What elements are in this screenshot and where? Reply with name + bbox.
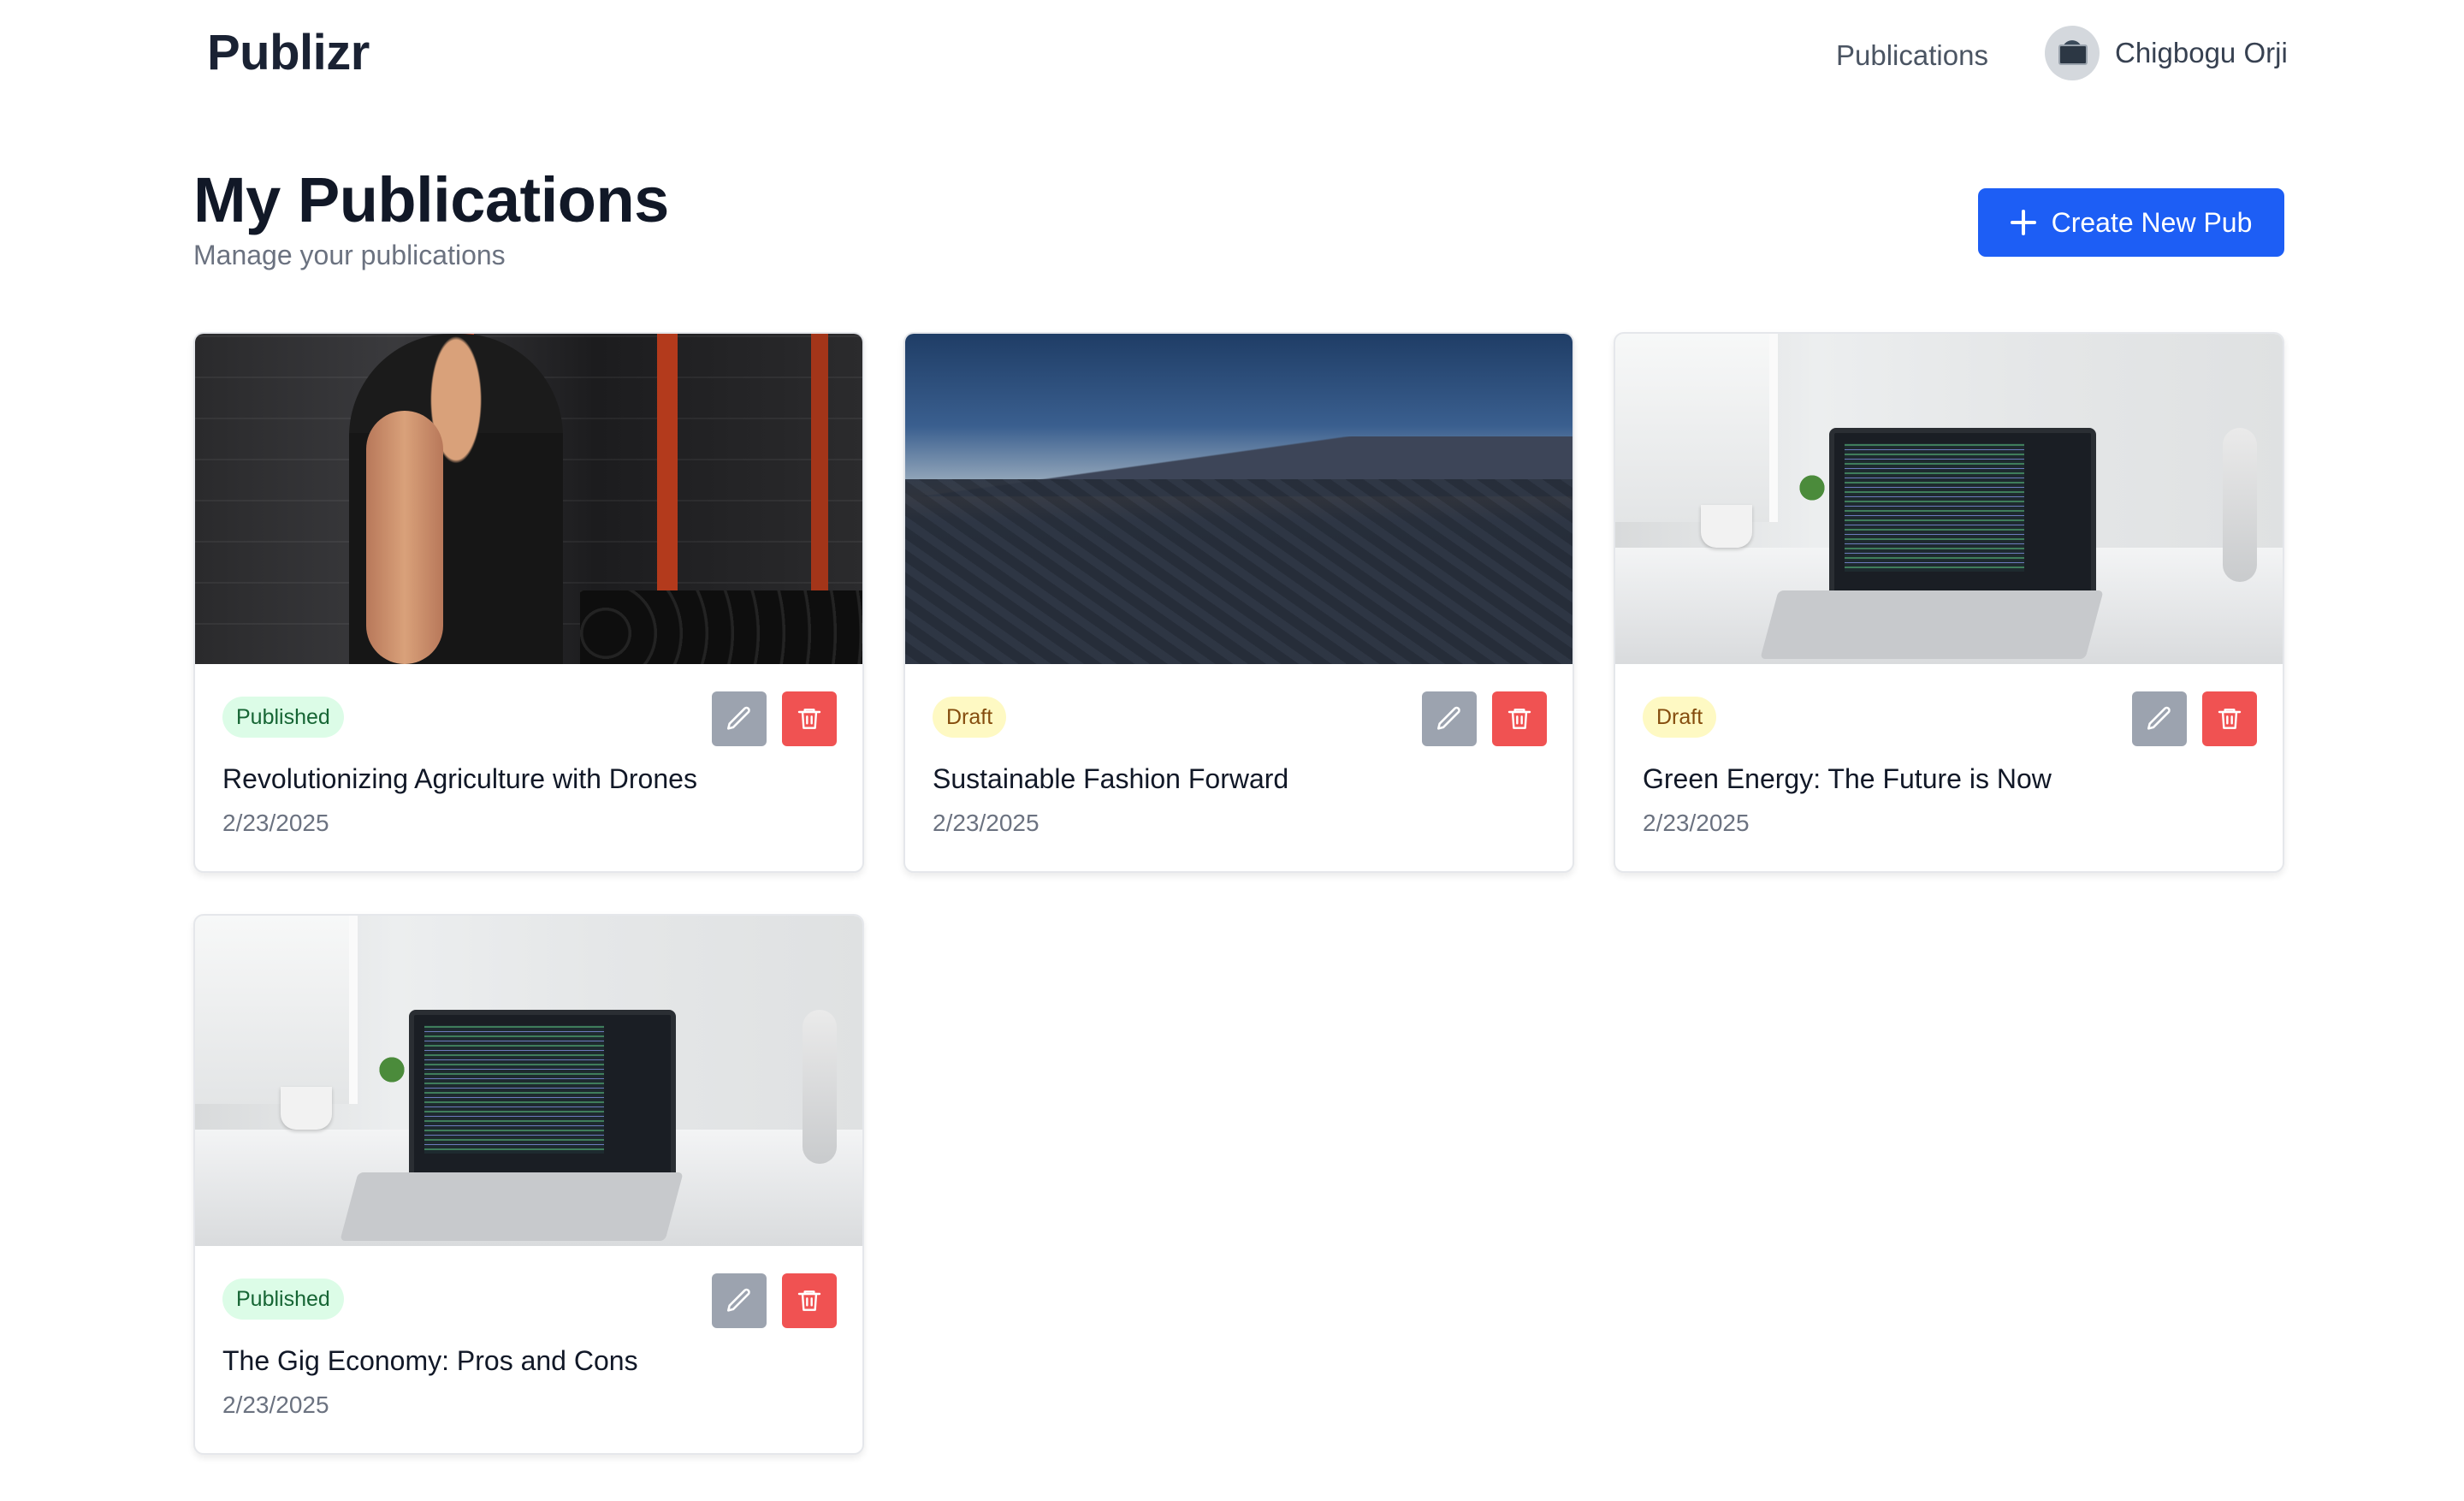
nav-link-publications[interactable]: Publications	[1836, 39, 1988, 72]
trash-icon	[2218, 709, 2242, 729]
avatar[interactable]	[2045, 26, 2100, 80]
plus-icon	[2010, 210, 2036, 235]
publication-title[interactable]: Revolutionizing Agriculture with Drones	[222, 763, 697, 795]
user-menu[interactable]: Chigbogu Orji	[2045, 26, 2288, 80]
status-badge: Published	[222, 697, 344, 738]
pencil-icon	[1436, 706, 1460, 730]
edit-button[interactable]	[1422, 691, 1477, 746]
delete-button[interactable]	[782, 1273, 837, 1328]
publication-card[interactable]: Draft Sustainable Fashion Forward 2/23/2…	[903, 332, 1574, 873]
delete-button[interactable]	[2202, 691, 2257, 746]
edit-button[interactable]	[2132, 691, 2187, 746]
page-title: My Publications	[193, 164, 669, 235]
pencil-icon	[726, 1288, 750, 1312]
publication-card[interactable]: Draft Green Energy: The Future is Now 2/…	[1614, 332, 2284, 873]
page-header: My Publications Manage your publications	[193, 163, 669, 271]
publication-cover-image	[195, 916, 862, 1246]
edit-button[interactable]	[712, 1273, 767, 1328]
publication-date: 2/23/2025	[222, 810, 329, 836]
publication-card[interactable]: Published The Gig Economy: Pros and Cons…	[193, 914, 864, 1455]
publication-title[interactable]: The Gig Economy: Pros and Cons	[222, 1345, 638, 1377]
trash-icon	[797, 709, 821, 729]
publication-date: 2/23/2025	[933, 810, 1040, 836]
publication-cover-image	[905, 334, 1573, 664]
create-new-pub-button[interactable]: Create New Pub	[1978, 188, 2284, 257]
status-badge: Published	[222, 1279, 344, 1320]
edit-button[interactable]	[712, 691, 767, 746]
pencil-icon	[2147, 706, 2171, 730]
trash-icon	[797, 1290, 821, 1311]
publication-card[interactable]: Published Revolutionizing Agriculture wi…	[193, 332, 864, 873]
delete-button[interactable]	[782, 691, 837, 746]
status-badge: Draft	[933, 697, 1007, 738]
top-navbar: Publizr Publications Chigbogu Orji	[0, 0, 2464, 111]
create-new-pub-label: Create New Pub	[2051, 206, 2253, 238]
publication-title[interactable]: Green Energy: The Future is Now	[1643, 763, 2052, 795]
publication-cover-image	[195, 334, 862, 664]
pencil-icon	[726, 706, 750, 730]
trash-icon	[1507, 709, 1531, 729]
publication-cover-image	[1615, 334, 2283, 664]
page-subtitle: Manage your publications	[193, 240, 506, 270]
publication-date: 2/23/2025	[1643, 810, 1750, 836]
brand-logo[interactable]: Publizr	[207, 24, 370, 81]
publication-date: 2/23/2025	[222, 1391, 329, 1418]
user-name: Chigbogu Orji	[2115, 37, 2288, 68]
delete-button[interactable]	[1492, 691, 1547, 746]
status-badge: Draft	[1643, 697, 1717, 738]
publication-title[interactable]: Sustainable Fashion Forward	[933, 763, 1288, 795]
